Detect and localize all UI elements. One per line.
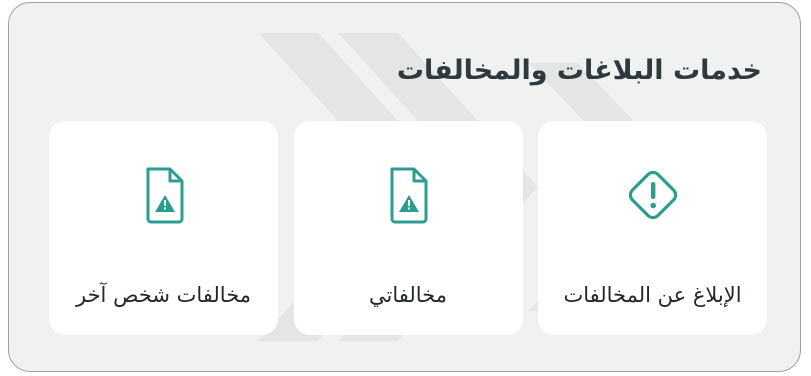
report-violations-label: الإبلاغ عن المخالفات [563, 283, 742, 307]
other-person-violations-label: مخالفات شخص آخر [75, 283, 252, 307]
report-violations-card[interactable]: الإبلاغ عن المخالفات [538, 121, 767, 335]
document-warning-icon [132, 163, 196, 227]
section-title: خدمات البلاغات والمخالفات [396, 55, 762, 86]
my-violations-card[interactable]: مخالفاتي [293, 121, 523, 335]
violations-services-panel: خدمات البلاغات والمخالفات الإبلاغ عن الم… [8, 2, 801, 372]
my-violations-label: مخالفاتي [369, 283, 447, 307]
warning-diamond-icon [621, 163, 685, 227]
service-cards: الإبلاغ عن المخالفات مخالفاتي مخالفات شخ… [49, 121, 767, 335]
document-warning-icon [376, 163, 440, 227]
other-person-violations-card[interactable]: مخالفات شخص آخر [49, 121, 278, 335]
